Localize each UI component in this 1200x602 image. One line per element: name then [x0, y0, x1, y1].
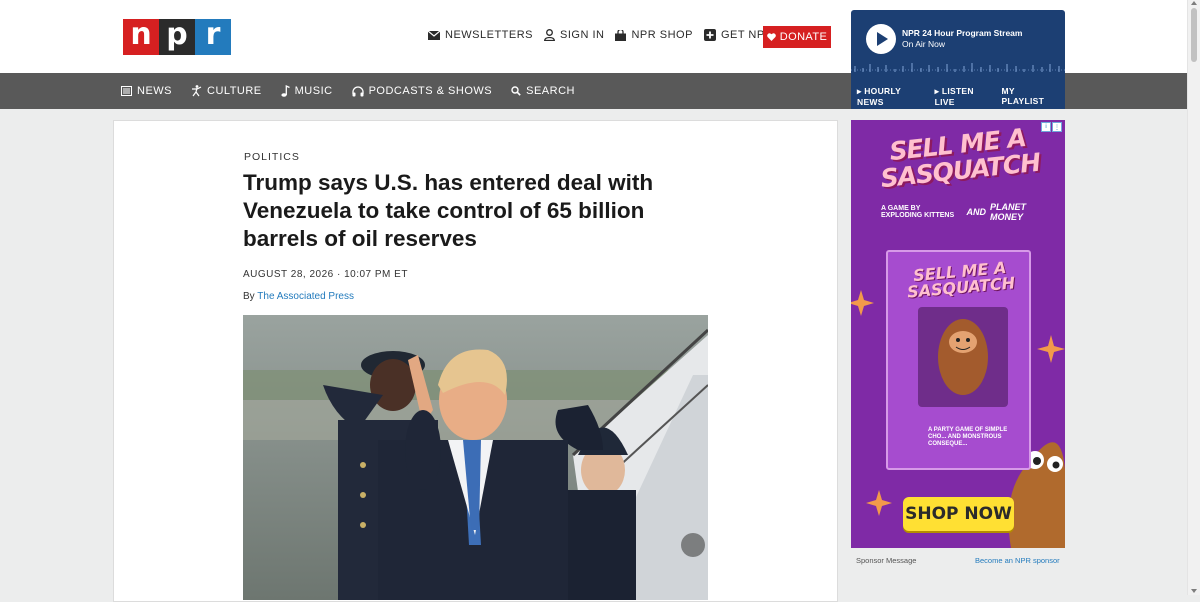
- heart-icon: [766, 33, 776, 41]
- npr-shop-link[interactable]: NPR SHOP: [615, 29, 692, 41]
- user-icon: [544, 29, 556, 41]
- article-section-label[interactable]: POLITICS: [244, 151, 300, 163]
- nav-news[interactable]: NEWS: [121, 85, 172, 97]
- my-playlist-link[interactable]: MY PLAYLIST: [1001, 86, 1057, 106]
- envelope-icon: [428, 30, 440, 40]
- hourly-news-link[interactable]: ▸ HOURLY NEWS: [857, 86, 927, 107]
- stream-subtitle: On Air Now: [902, 39, 945, 49]
- npr-logo[interactable]: n p r: [123, 19, 231, 55]
- sasquatch-illustration: [918, 307, 1008, 407]
- sponsor-message-label: Sponsor Message: [856, 556, 917, 565]
- newspaper-icon: [121, 86, 132, 96]
- byline-author-link[interactable]: The Associated Press: [257, 291, 354, 302]
- nav-podcasts-label: PODCASTS & SHOWS: [368, 85, 493, 97]
- main-nav: NEWS CULTURE MUSIC PODCASTS & SHOWS SEAR…: [0, 73, 851, 109]
- play-icon[interactable]: [866, 24, 896, 54]
- sign-in-link[interactable]: SIGN IN: [544, 29, 604, 41]
- newsletters-label: NEWSLETTERS: [445, 29, 534, 41]
- become-sponsor-link[interactable]: Become an NPR sponsor: [975, 556, 1060, 565]
- music-note-icon: [281, 85, 290, 97]
- logo-letter-p: p: [159, 19, 195, 55]
- sponsor-ad[interactable]: i ⋮ SELL ME A SASQUATCH A GAME BY EXPLOD…: [851, 120, 1065, 548]
- article-headline: Trump says U.S. has entered deal with Ve…: [243, 170, 654, 251]
- stream-links: ▸ HOURLY NEWS ▸ LISTEN LIVE MY PLAYLIST: [851, 83, 1065, 109]
- photo-illustration: [243, 315, 708, 600]
- nav-culture-label: CULTURE: [207, 85, 262, 97]
- byline-prefix: By: [243, 291, 258, 302]
- search-icon: [511, 86, 521, 96]
- scrollbar-thumb[interactable]: [1191, 8, 1197, 62]
- npr-shop-label: NPR SHOP: [631, 29, 693, 41]
- scroll-down-arrow-icon[interactable]: [1191, 589, 1197, 593]
- listen-live-link[interactable]: ▸ LISTEN LIVE: [935, 86, 994, 107]
- ad-game-box: SELL ME A SASQUATCH A PARTY GAME OF SIMP…: [886, 250, 1031, 470]
- nav-music-label: MUSIC: [294, 85, 333, 97]
- nav-music[interactable]: MUSIC: [281, 85, 333, 97]
- article-byline: By The Associated Press: [243, 291, 354, 302]
- sasquatch-icon: [938, 319, 988, 395]
- ad-box-tagline: A PARTY GAME OF SIMPLE CHO... AND MONSTR…: [928, 427, 1008, 447]
- article-card: POLITICS Trump says U.S. has entered dea…: [113, 120, 838, 602]
- plus-square-icon: [703, 29, 716, 41]
- nav-culture[interactable]: CULTURE: [191, 85, 262, 97]
- nav-podcasts[interactable]: PODCASTS & SHOWS: [351, 85, 493, 97]
- newsletters-link[interactable]: NEWSLETTERS: [428, 29, 533, 41]
- donate-button[interactable]: DONATE: [763, 26, 831, 48]
- audio-waveform: [851, 63, 1065, 72]
- shopping-bag-icon: [615, 29, 627, 41]
- article-dateline: AUGUST 28, 2026 · 10:07 PM ET: [243, 269, 408, 280]
- utility-nav: NEWSLETTERS SIGN IN NPR SHOP GET NPR+: [428, 29, 791, 41]
- stream-title: NPR 24 Hour Program Stream: [902, 28, 1023, 38]
- shop-now-button[interactable]: SHOP NOW: [903, 497, 1014, 531]
- ad-box-title: SELL ME A SASQUATCH: [906, 258, 1016, 302]
- dancer-icon: [192, 85, 202, 97]
- nav-search[interactable]: SEARCH: [511, 85, 575, 97]
- donate-label: DONATE: [779, 31, 828, 43]
- page-scrollbar[interactable]: [1187, 0, 1200, 595]
- scroll-up-arrow-icon[interactable]: [1191, 1, 1197, 5]
- live-stream-player: NPR 24 Hour Program Stream On Air Now ▸ …: [851, 10, 1065, 109]
- nav-right-fill: [1065, 73, 1188, 109]
- nav-search-label: SEARCH: [526, 85, 575, 97]
- sign-in-label: SIGN IN: [560, 29, 605, 41]
- article-photo[interactable]: [243, 315, 708, 600]
- logo-letter-n: n: [123, 19, 159, 55]
- logo-letter-r: r: [195, 19, 231, 55]
- headphones-icon: [351, 85, 364, 96]
- nav-news-label: NEWS: [137, 85, 172, 97]
